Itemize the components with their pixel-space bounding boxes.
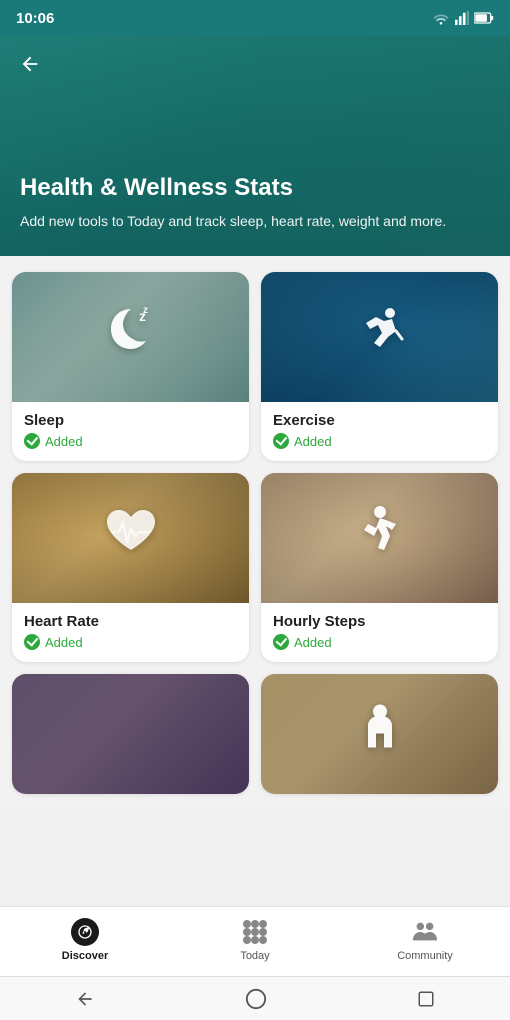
hourlysteps-card[interactable]: Hourly Steps Added: [261, 473, 498, 662]
hourlysteps-card-body: Hourly Steps Added: [261, 603, 498, 662]
back-icon: [19, 53, 41, 75]
android-back-icon: [75, 989, 95, 1009]
nav-today-label: Today: [240, 950, 269, 962]
sleep-card-image: z z: [12, 272, 249, 402]
bottom-nav: Discover Today: [0, 906, 510, 976]
android-home-icon: [245, 988, 267, 1010]
compass-icon: [77, 924, 93, 940]
android-recents-icon: [417, 990, 435, 1008]
android-recents-button[interactable]: [417, 990, 435, 1008]
cards-grid: z z Sleep Added: [0, 256, 510, 810]
sleep-check-icon: [24, 433, 40, 449]
status-icons: [432, 11, 494, 25]
hourlysteps-card-image: [261, 473, 498, 603]
battery-icon: [474, 12, 494, 24]
sleep-icon: z z: [99, 299, 163, 375]
heartrate-card[interactable]: Heart Rate Added: [12, 473, 249, 662]
exercise-card-body: Exercise Added: [261, 402, 498, 461]
discover-icon-container: [71, 918, 99, 946]
sleep-card[interactable]: z z Sleep Added: [12, 272, 249, 461]
community-icon: [411, 919, 439, 945]
sleep-card-body: Sleep Added: [12, 402, 249, 461]
exercise-card-image: [261, 272, 498, 402]
community-icon-container: [411, 918, 439, 946]
partial-card-1[interactable]: [12, 674, 249, 794]
signal-icon: [455, 11, 469, 25]
page-subtitle: Add new tools to Today and track sleep, …: [20, 211, 490, 232]
heartrate-icon: [99, 500, 163, 576]
partial-card-2-image: [261, 674, 498, 794]
partial2-person-icon: [348, 698, 412, 771]
sleep-card-title: Sleep: [24, 412, 237, 429]
steps-icon: [348, 500, 412, 576]
hourlysteps-card-title: Hourly Steps: [273, 613, 486, 630]
android-nav-bar: [0, 976, 510, 1020]
today-grid-icon: [241, 918, 269, 946]
exercise-check-icon: [273, 433, 289, 449]
partial-card-2[interactable]: [261, 674, 498, 794]
android-back-button[interactable]: [75, 989, 95, 1009]
back-button[interactable]: [14, 48, 46, 80]
nav-today[interactable]: Today: [170, 912, 340, 968]
page-title: Health & Wellness Stats: [20, 174, 490, 203]
status-bar: 10:06: [0, 0, 510, 36]
svg-text:z: z: [143, 305, 148, 316]
nav-community[interactable]: Community: [340, 912, 510, 968]
heartrate-check-icon: [24, 634, 40, 650]
discover-icon: [71, 918, 99, 946]
hourlysteps-check-icon: [273, 634, 289, 650]
wifi-icon: [432, 11, 450, 25]
nav-discover[interactable]: Discover: [0, 912, 170, 968]
exercise-card-title: Exercise: [273, 412, 486, 429]
heartrate-card-status: Added: [24, 634, 237, 650]
heartrate-card-title: Heart Rate: [24, 613, 237, 630]
hourlysteps-card-status: Added: [273, 634, 486, 650]
nav-discover-label: Discover: [62, 950, 108, 962]
heartrate-card-image: [12, 473, 249, 603]
heartrate-card-body: Heart Rate Added: [12, 603, 249, 662]
sleep-card-status: Added: [24, 433, 237, 449]
hero-section: Health & Wellness Stats Add new tools to…: [0, 36, 510, 256]
exercise-card[interactable]: Exercise Added: [261, 272, 498, 461]
partial-card-1-image: [12, 674, 249, 794]
hero-overlay: Health & Wellness Stats Add new tools to…: [0, 36, 510, 256]
today-icon: [241, 918, 269, 946]
android-home-button[interactable]: [245, 988, 267, 1010]
exercise-card-status: Added: [273, 433, 486, 449]
status-time: 10:06: [16, 10, 54, 27]
nav-community-label: Community: [397, 950, 453, 962]
exercise-icon: [348, 299, 412, 375]
